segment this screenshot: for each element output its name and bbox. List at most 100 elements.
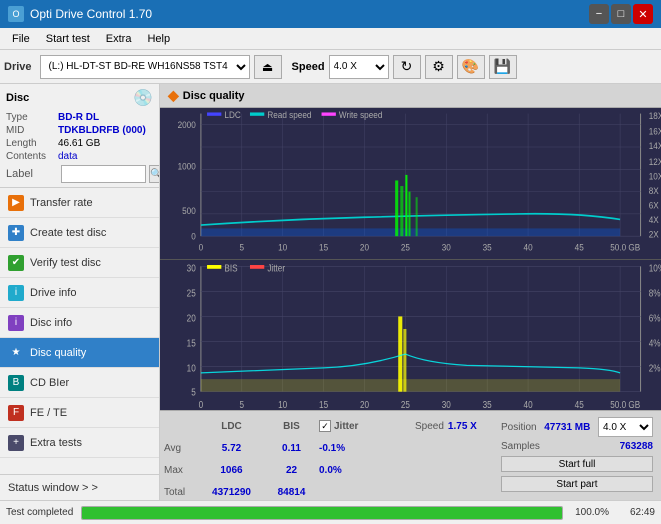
position-value: 47731 MB xyxy=(544,422,590,433)
stats-total-row: Total 4371290 84814 xyxy=(164,481,497,500)
settings-button[interactable]: ⚙ xyxy=(425,55,453,79)
svg-text:15: 15 xyxy=(319,399,328,410)
jitter-section: ✓ Jitter xyxy=(319,420,409,432)
disc-contents-value: data xyxy=(58,151,77,162)
disc-info-icon: i xyxy=(8,315,24,331)
speed-col-value: 1.75 X xyxy=(448,421,477,432)
samples-value: 763288 xyxy=(620,441,653,452)
speed-select[interactable]: 4.0 X xyxy=(329,55,389,79)
sidebar-item-drive-info-label: Drive info xyxy=(30,287,76,299)
sidebar-item-disc-quality[interactable]: ★ Disc quality xyxy=(0,338,159,368)
svg-text:35: 35 xyxy=(483,242,492,252)
sidebar-item-create-test-disc[interactable]: ✚ Create test disc xyxy=(0,218,159,248)
maximize-button[interactable]: □ xyxy=(611,4,631,24)
menu-bar: File Start test Extra Help xyxy=(0,28,661,50)
drive-select[interactable]: (L:) HL-DT-ST BD-RE WH16NS58 TST4 xyxy=(40,55,250,79)
svg-text:40: 40 xyxy=(524,242,533,252)
svg-text:18X: 18X xyxy=(649,111,661,121)
status-bar: Test completed 100.0% 62:49 xyxy=(0,500,661,524)
drive-label: Drive xyxy=(4,61,32,73)
svg-text:1000: 1000 xyxy=(178,161,196,171)
save-button[interactable]: 💾 xyxy=(489,55,517,79)
status-window-button[interactable]: Status window > > xyxy=(0,474,159,500)
sidebar-item-disc-info[interactable]: i Disc info xyxy=(0,308,159,338)
sidebar-item-extra-tests[interactable]: + Extra tests xyxy=(0,428,159,458)
svg-text:25: 25 xyxy=(401,399,410,410)
disc-label-input[interactable] xyxy=(61,165,146,183)
svg-text:LDC: LDC xyxy=(224,110,240,120)
svg-text:BIS: BIS xyxy=(224,262,237,273)
sidebar-item-cd-bier[interactable]: B CD BIer xyxy=(0,368,159,398)
fe-te-icon: F xyxy=(8,405,24,421)
svg-text:30: 30 xyxy=(442,242,451,252)
speed-info-row1: Position 47731 MB 4.0 X xyxy=(501,417,653,437)
disc-quality-header: ◆ Disc quality xyxy=(160,84,661,108)
stats-avg-label: Avg xyxy=(164,443,199,454)
verify-test-disc-icon: ✔ xyxy=(8,255,24,271)
svg-text:15: 15 xyxy=(319,242,328,252)
status-text: Test completed xyxy=(6,507,73,518)
start-part-button[interactable]: Start part xyxy=(501,476,653,492)
disc-mid-row: MID TDKBLDRFB (000) xyxy=(6,125,153,136)
progress-bar-fill xyxy=(82,507,562,519)
stats-max-bis: 22 xyxy=(264,465,319,476)
start-full-button[interactable]: Start full xyxy=(501,456,653,472)
svg-text:45: 45 xyxy=(575,399,584,410)
sidebar-item-drive-info[interactable]: i Drive info xyxy=(0,278,159,308)
svg-text:2000: 2000 xyxy=(178,120,196,130)
svg-text:5: 5 xyxy=(240,399,245,410)
title-bar-controls: − □ ✕ xyxy=(589,4,653,24)
disc-type-label: Type xyxy=(6,112,58,123)
stats-total-bis: 84814 xyxy=(264,487,319,498)
menu-extra[interactable]: Extra xyxy=(98,31,140,47)
sidebar-item-verify-test-disc-label: Verify test disc xyxy=(30,257,101,269)
disc-mid-label: MID xyxy=(6,125,58,136)
menu-help[interactable]: Help xyxy=(139,31,178,47)
app-title: Opti Drive Control 1.70 xyxy=(30,7,152,21)
disc-label-label: Label xyxy=(6,168,58,180)
charts-container: 2000 1000 500 0 18X 16X 14X 12X 10X 8X 6… xyxy=(160,108,661,410)
disc-length-label: Length xyxy=(6,138,58,149)
stats-avg-bis: 0.11 xyxy=(264,443,319,454)
disc-quality-header-icon: ◆ xyxy=(168,87,179,104)
speed-label: Speed xyxy=(292,61,325,73)
extra-tests-icon: + xyxy=(8,435,24,451)
position-label: Position xyxy=(501,422,537,433)
svg-text:5: 5 xyxy=(240,242,245,252)
menu-start-test[interactable]: Start test xyxy=(38,31,98,47)
chart-speed-select[interactable]: 4.0 X xyxy=(598,417,653,437)
disc-label-button[interactable]: 🔍 xyxy=(149,165,160,183)
refresh-button[interactable]: ↻ xyxy=(393,55,421,79)
cd-bier-icon: B xyxy=(8,375,24,391)
jitter-checkbox[interactable]: ✓ xyxy=(319,420,331,432)
sidebar-item-fe-te[interactable]: F FE / TE xyxy=(0,398,159,428)
eject-button[interactable]: ⏏ xyxy=(254,55,282,79)
status-percent: 100.0% xyxy=(571,507,609,518)
menu-file[interactable]: File xyxy=(4,31,38,47)
svg-text:14X: 14X xyxy=(649,141,661,151)
app-icon: O xyxy=(8,6,24,22)
disc-panel: Disc 💿 Type BD-R DL MID TDKBLDRFB (000) … xyxy=(0,84,159,188)
palette-button[interactable]: 🎨 xyxy=(457,55,485,79)
sidebar-item-cd-bier-label: CD BIer xyxy=(30,377,69,389)
svg-text:10: 10 xyxy=(278,399,287,410)
disc-label-row: Label 🔍 xyxy=(6,165,153,183)
svg-text:0: 0 xyxy=(199,399,204,410)
stats-table: LDC BIS ✓ Jitter Speed 1.75 X Avg 5.72 0… xyxy=(164,415,497,496)
svg-text:50.0 GB: 50.0 GB xyxy=(610,242,640,252)
minimize-button[interactable]: − xyxy=(589,4,609,24)
sidebar-item-verify-test-disc[interactable]: ✔ Verify test disc xyxy=(0,248,159,278)
stats-max-row: Max 1066 22 0.0% xyxy=(164,459,497,481)
create-test-disc-icon: ✚ xyxy=(8,225,24,241)
stats-max-label: Max xyxy=(164,465,199,476)
svg-text:10%: 10% xyxy=(649,262,661,273)
close-button[interactable]: ✕ xyxy=(633,4,653,24)
stats-max-ldc: 1066 xyxy=(199,465,264,476)
svg-text:2%: 2% xyxy=(649,362,661,373)
svg-text:20: 20 xyxy=(360,399,369,410)
svg-text:25: 25 xyxy=(401,242,410,252)
sidebar-item-transfer-rate[interactable]: ▶ Transfer rate xyxy=(0,188,159,218)
drive-info-icon: i xyxy=(8,285,24,301)
stats-total-label: Total xyxy=(164,487,199,498)
svg-text:6X: 6X xyxy=(649,200,659,210)
